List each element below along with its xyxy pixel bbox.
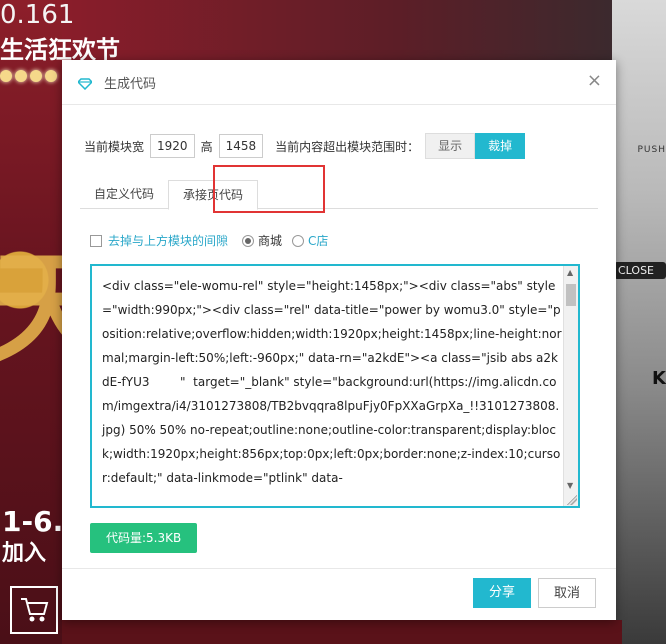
module-size-row: 当前模块宽 1920 高 1458 当前内容超出模块范围时： 显示 裁掉 [84,133,526,159]
close-icon[interactable]: × [587,70,602,91]
banner-range-text: 1-6. [2,505,64,538]
height-value: 1458 [218,134,264,158]
width-label: 当前模块宽 [84,139,145,154]
cshop-radio-label[interactable]: C店 [308,232,328,249]
banner-join-text: 加入 [2,541,47,566]
diamond-icon [76,75,94,91]
dialog-header: 生成代码 × [62,60,616,105]
show-button[interactable]: 显示 [425,133,476,159]
code-content: <div class="ele-womu-rel" style="height:… [102,279,562,485]
banner-date-text: 0.161 [0,0,75,30]
generate-code-dialog: 生成代码 × 当前模块宽 1920 高 1458 当前内容超出模块范围时： 显示… [62,60,616,620]
tab-landing-page-code[interactable]: 承接页代码 [168,180,259,210]
scroll-up-icon[interactable]: ▲ [567,268,573,277]
push-label: PUSH [637,145,666,155]
bulb-icon [15,70,27,82]
mall-radio[interactable] [242,234,255,247]
banner-top-strip [62,0,622,60]
scroll-down-icon[interactable]: ▼ [567,481,573,490]
cancel-button[interactable]: 取消 [538,578,596,608]
resize-handle-icon[interactable] [567,495,577,505]
overflow-label: 当前内容超出模块范围时： [275,139,420,154]
tab-custom-code[interactable]: 自定义代码 [80,180,168,208]
cshop-radio[interactable] [292,234,305,247]
light-bulbs [0,70,60,88]
cart-icon[interactable] [10,586,58,634]
code-textarea[interactable]: <div class="ele-womu-rel" style="height:… [90,264,580,508]
close-label: CLOSE [614,262,666,279]
options-row: 去掉与上方模块的间隙 商城 C店 [90,232,338,249]
mall-radio-label[interactable]: 商城 [258,232,282,249]
bulb-icon [45,70,57,82]
share-button[interactable]: 分享 [473,578,531,608]
code-tabs: 自定义代码 承接页代码 [80,178,598,210]
dialog-title: 生成代码 [104,77,157,92]
code-scrollbar[interactable]: ▲ ▼ [563,266,578,506]
banner-bottom-strip [62,620,622,644]
crop-button[interactable]: 裁掉 [475,133,526,159]
overflow-toggle: 显示 裁掉 [425,133,526,159]
width-value: 1920 [150,134,195,158]
height-label: 高 [200,139,213,154]
bulb-icon [30,70,42,82]
banner-right-panel [612,0,666,644]
bulb-icon [0,70,12,82]
k-label: K [652,368,666,389]
code-size-badge: 代码量:5.3KB [90,523,198,553]
footer-divider [62,568,616,569]
scroll-thumb[interactable] [566,284,576,306]
remove-gap-label[interactable]: 去掉与上方模块的间隙 [108,232,228,249]
remove-gap-checkbox[interactable] [90,234,102,247]
